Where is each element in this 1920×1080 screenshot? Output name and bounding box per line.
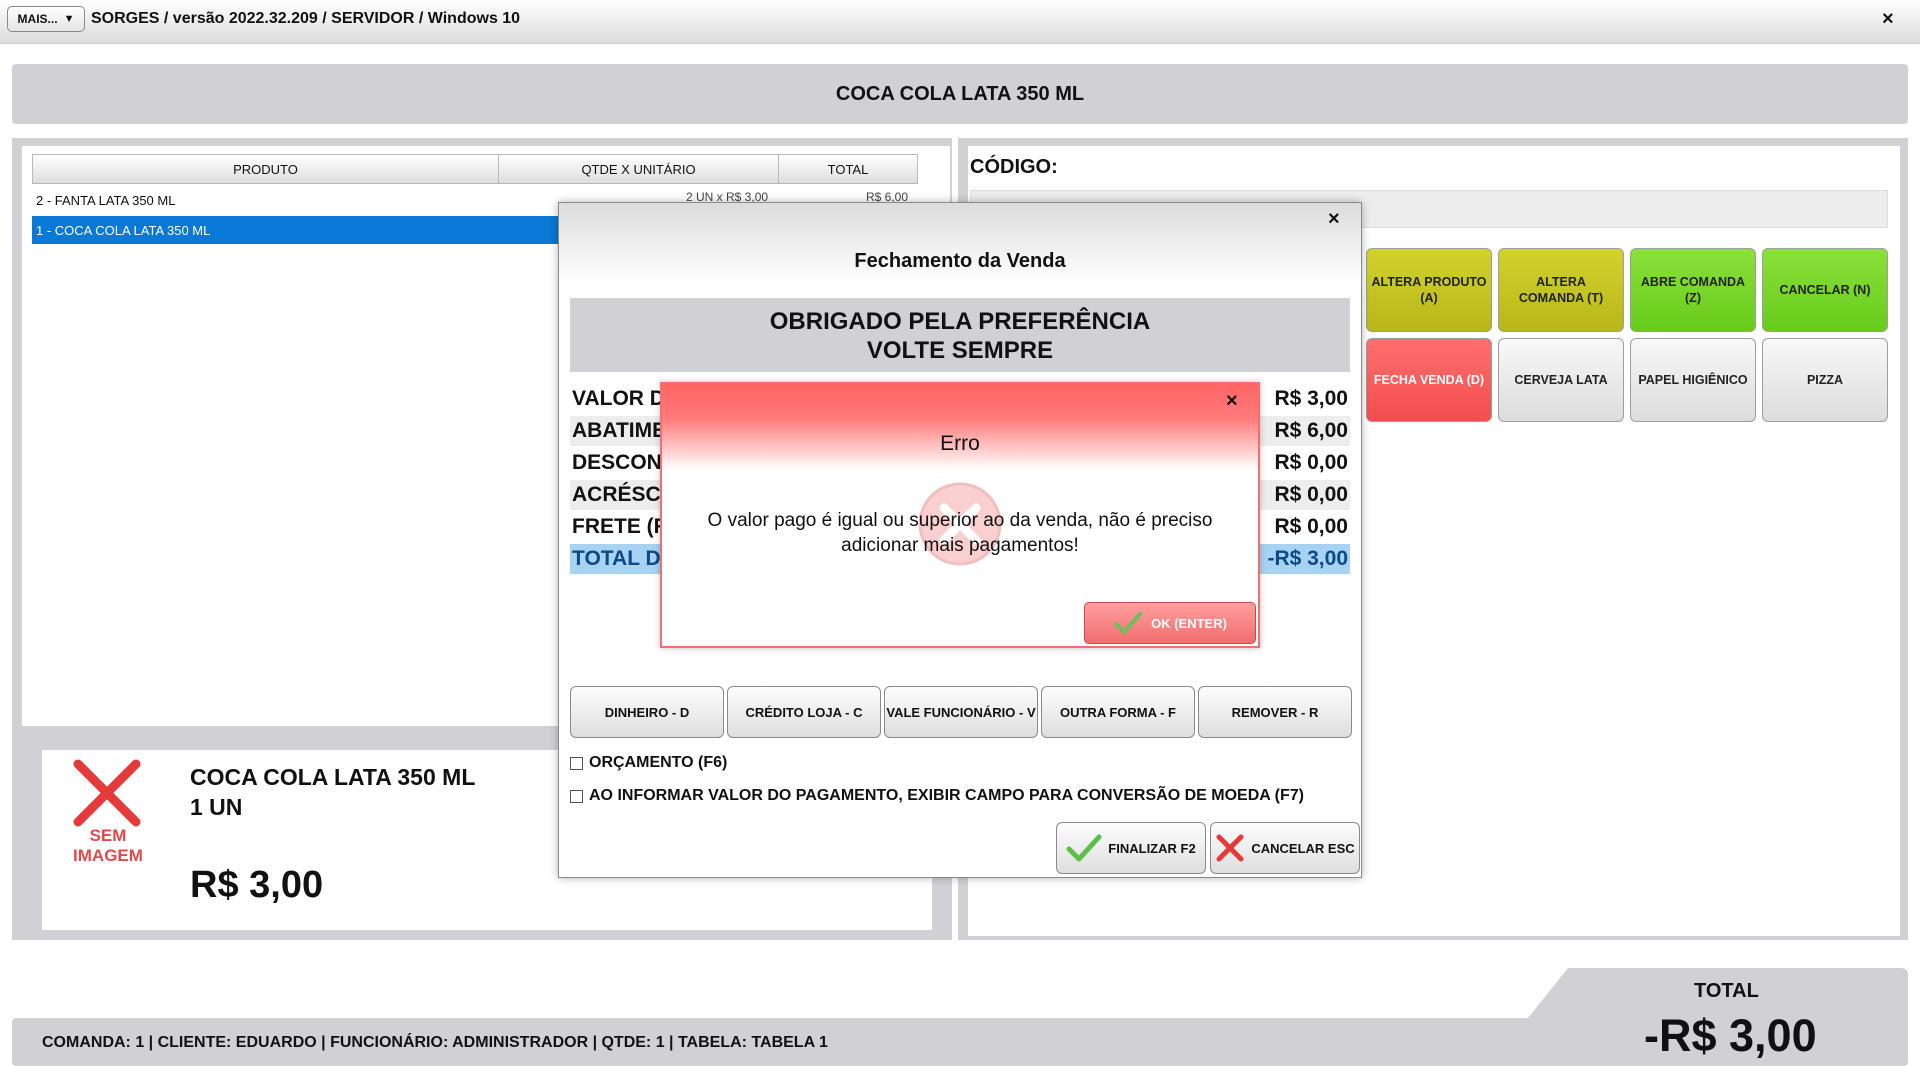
codigo-label: CÓDIGO:: [970, 156, 1058, 178]
error-ok-label: OK (ENTER): [1151, 615, 1227, 631]
tile-abre-comanda[interactable]: ABRE COMANDA (Z): [1630, 248, 1756, 332]
finalizar-button[interactable]: FINALIZAR F2: [1056, 822, 1206, 874]
tile-altera-produto[interactable]: ALTERA PRODUTO (A): [1366, 248, 1492, 332]
detail-product-name: COCA COLA LATA 350 ML: [190, 764, 476, 790]
detail-product-price: R$ 3,00: [190, 864, 324, 906]
no-image-x-icon: [73, 759, 141, 827]
fechamento-title: Fechamento da Venda: [854, 250, 1066, 272]
mais-dropdown-button[interactable]: MAIS... ▼: [7, 6, 85, 32]
error-message: O valor pago é igual ou superior ao da v…: [707, 510, 1213, 556]
detail-product-qty: 1 UN: [190, 794, 243, 820]
orcamento-label: ORÇAMENTO (F6): [589, 754, 728, 771]
tile-altera-comanda[interactable]: ALTERA COMANDA (T): [1498, 248, 1624, 332]
orcamento-option[interactable]: ORÇAMENTO (F6): [570, 754, 727, 772]
no-image-label: SEM IMAGEM: [73, 826, 143, 865]
summary-value: R$ 3,00: [1274, 387, 1348, 410]
summary-label: ABATIME: [572, 419, 667, 442]
app-close-icon[interactable]: ×: [1882, 8, 1894, 31]
orcamento-checkbox[interactable]: [570, 756, 583, 770]
col-qtde-header[interactable]: QTDE X UNITÁRIO: [499, 155, 779, 183]
moeda-checkbox[interactable]: [570, 789, 583, 803]
summary-value: R$ 0,00: [1274, 515, 1348, 538]
pay-credito-loja-button[interactable]: CRÉDITO LOJA - C: [727, 686, 881, 738]
pay-dinheiro-button[interactable]: DINHEIRO - D: [570, 686, 724, 738]
summary-label: ACRÉSC: [572, 483, 661, 506]
tile-fecha-venda[interactable]: FECHA VENDA (D): [1366, 338, 1492, 422]
summary-value: R$ 6,00: [1274, 419, 1348, 442]
pay-remover-button[interactable]: REMOVER - R: [1198, 686, 1352, 738]
row-produto: 2 - FANTA LATA 350 ML: [36, 192, 176, 208]
summary-label: FRETE (F: [572, 515, 667, 538]
fechamento-message-banner: OBRIGADO PELA PREFERÊNCIA VOLTE SEMPRE: [570, 298, 1350, 372]
tile-pizza[interactable]: PIZZA: [1762, 338, 1888, 422]
finalizar-label: FINALIZAR F2: [1108, 840, 1196, 856]
fechamento-close-icon[interactable]: ×: [1328, 208, 1340, 231]
cancelar-button[interactable]: CANCELAR ESC: [1210, 822, 1360, 874]
error-ok-button[interactable]: OK (ENTER): [1084, 602, 1256, 644]
tile-cerveja-lata[interactable]: CERVEJA LATA: [1498, 338, 1624, 422]
row-produto: 1 - COCA COLA LATA 350 ML: [36, 222, 211, 238]
summary-label: DESCON: [572, 451, 662, 474]
moeda-label: AO INFORMAR VALOR DO PAGAMENTO, EXIBIR C…: [589, 787, 1304, 804]
app-title: SORGES / versão 2022.32.209 / SERVIDOR /…: [91, 10, 521, 27]
check-icon: [1066, 834, 1102, 862]
summary-value: R$ 0,00: [1274, 451, 1348, 474]
banner-line-1: OBRIGADO PELA PREFERÊNCIA: [769, 308, 1151, 335]
status-text: COMANDA: 1 | CLIENTE: EDUARDO | FUNCIONÁ…: [42, 1034, 828, 1051]
moeda-option[interactable]: AO INFORMAR VALOR DO PAGAMENTO, EXIBIR C…: [570, 787, 1304, 805]
chevron-down-icon: ▼: [63, 13, 75, 25]
check-icon: [1114, 612, 1143, 634]
tile-papel-higienico[interactable]: PAPEL HIGIÊNICO: [1630, 338, 1756, 422]
error-close-icon[interactable]: ×: [1226, 390, 1238, 413]
mais-label: MAIS...: [17, 12, 58, 26]
total-label: TOTAL: [1694, 980, 1759, 1002]
summary-value: -R$ 3,00: [1267, 547, 1348, 570]
current-product-banner: COCA COLA LATA 350 ML: [12, 64, 1908, 124]
pay-outra-forma-button[interactable]: OUTRA FORMA - F: [1041, 686, 1195, 738]
banner-line-2: VOLTE SEMPRE: [866, 337, 1054, 364]
total-value: -R$ 3,00: [1644, 1010, 1817, 1061]
pay-vale-funcionario-button[interactable]: VALE FUNCIONÁRIO - V: [884, 686, 1038, 738]
error-title: Erro: [940, 432, 980, 455]
cancelar-label: CANCELAR ESC: [1251, 840, 1355, 856]
error-dialog-header: [662, 384, 1258, 470]
summary-value: R$ 0,00: [1274, 483, 1348, 506]
close-x-icon: [1216, 834, 1244, 862]
summary-label: TOTAL D: [572, 547, 661, 570]
items-table-header: PRODUTO QTDE X UNITÁRIO TOTAL: [32, 154, 918, 184]
tile-cancelar[interactable]: CANCELAR (N): [1762, 248, 1888, 332]
summary-label: VALOR D: [572, 387, 665, 410]
col-produto-header[interactable]: PRODUTO: [33, 155, 499, 183]
col-total-header[interactable]: TOTAL: [779, 155, 917, 183]
